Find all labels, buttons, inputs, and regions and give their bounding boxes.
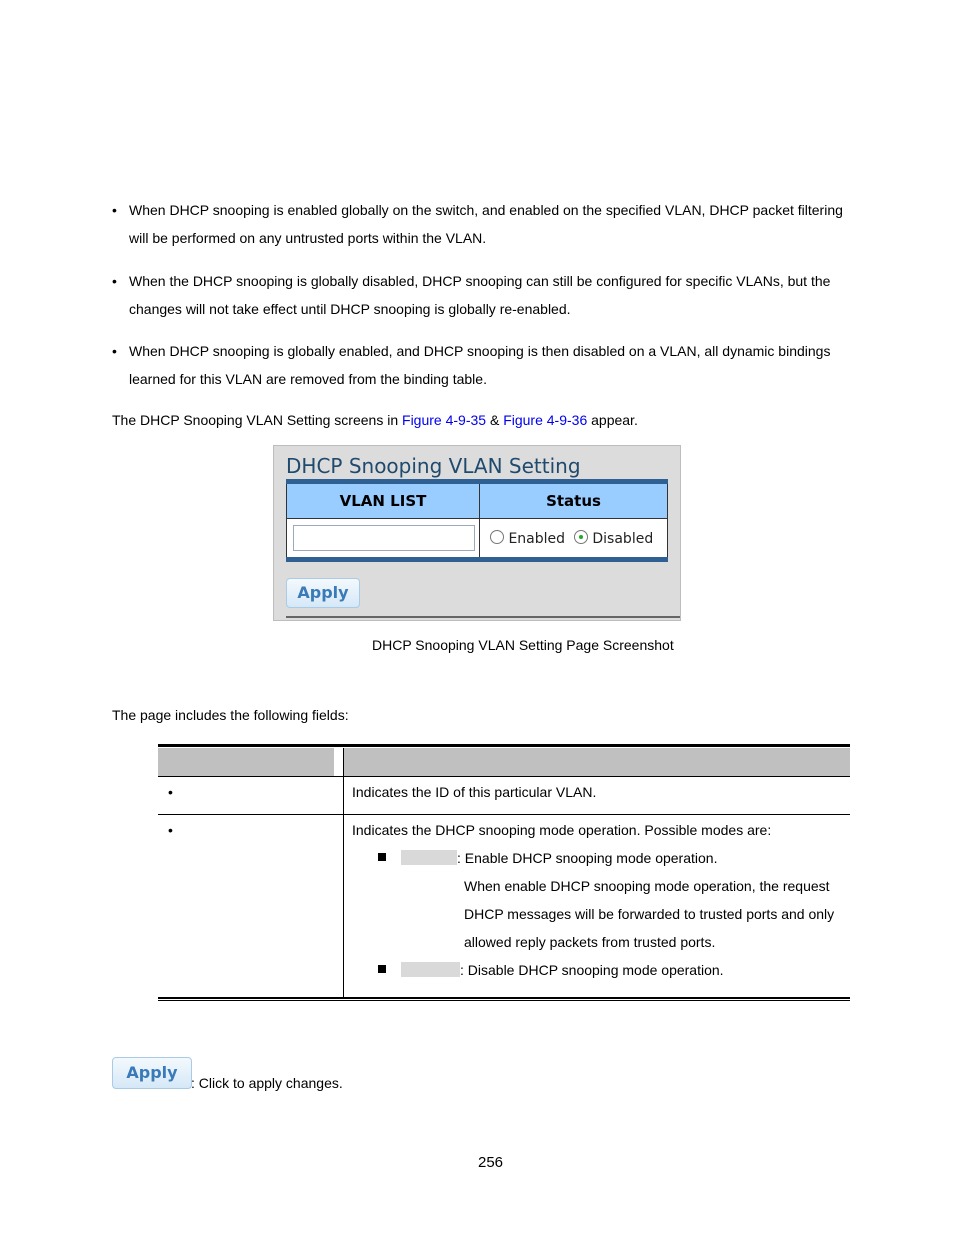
square-bullet xyxy=(378,965,386,973)
bullet-item: • When DHCP snooping is enabled globally … xyxy=(112,202,843,246)
fields-intro: The page includes the following fields: xyxy=(112,707,349,723)
square-bullet xyxy=(378,853,386,861)
table-header xyxy=(158,748,850,776)
row1-desc: Indicates the ID of this particular VLAN… xyxy=(352,784,597,800)
row2-desc: Indicates the DHCP snooping mode operati… xyxy=(352,822,772,838)
divider xyxy=(286,616,680,618)
apply-note: : Click to apply changes. xyxy=(191,1075,343,1091)
panel-title: DHCP Snooping VLAN Setting xyxy=(286,454,581,478)
apply-button-sample[interactable]: Apply xyxy=(112,1057,192,1089)
figure-link[interactable]: Figure 4-9-35 xyxy=(402,412,486,428)
intro-paragraph: The DHCP Snooping VLAN Setting screens i… xyxy=(112,412,638,428)
document-page: • When DHCP snooping is enabled globally … xyxy=(0,0,954,1235)
vlan-list-input[interactable] xyxy=(293,525,475,551)
col-vlan-list: VLAN LIST xyxy=(286,481,480,519)
bullet-item: • When the DHCP snooping is globally disa… xyxy=(112,273,831,317)
redacted-label xyxy=(401,962,460,977)
vlan-setting-table: VLAN LIST Status Enabled Disabled xyxy=(286,479,668,562)
redacted-label xyxy=(401,850,457,865)
bullet-item: • When DHCP snooping is globally enabled,… xyxy=(112,343,831,387)
disabled-radio[interactable] xyxy=(573,529,588,544)
row-bullet: • xyxy=(168,784,173,800)
figure-caption: DHCP Snooping VLAN Setting Page Screensh… xyxy=(372,637,674,653)
col-status: Status xyxy=(479,481,668,519)
screenshot-panel: DHCP Snooping VLAN Setting VLAN LIST Stat… xyxy=(273,445,681,621)
figure-link[interactable]: Figure 4-9-36 xyxy=(503,412,587,428)
page-number: 256 xyxy=(478,1154,504,1171)
row-bullet: • xyxy=(168,822,173,838)
enabled-radio[interactable] xyxy=(490,529,504,544)
apply-button[interactable]: Apply xyxy=(286,578,360,608)
